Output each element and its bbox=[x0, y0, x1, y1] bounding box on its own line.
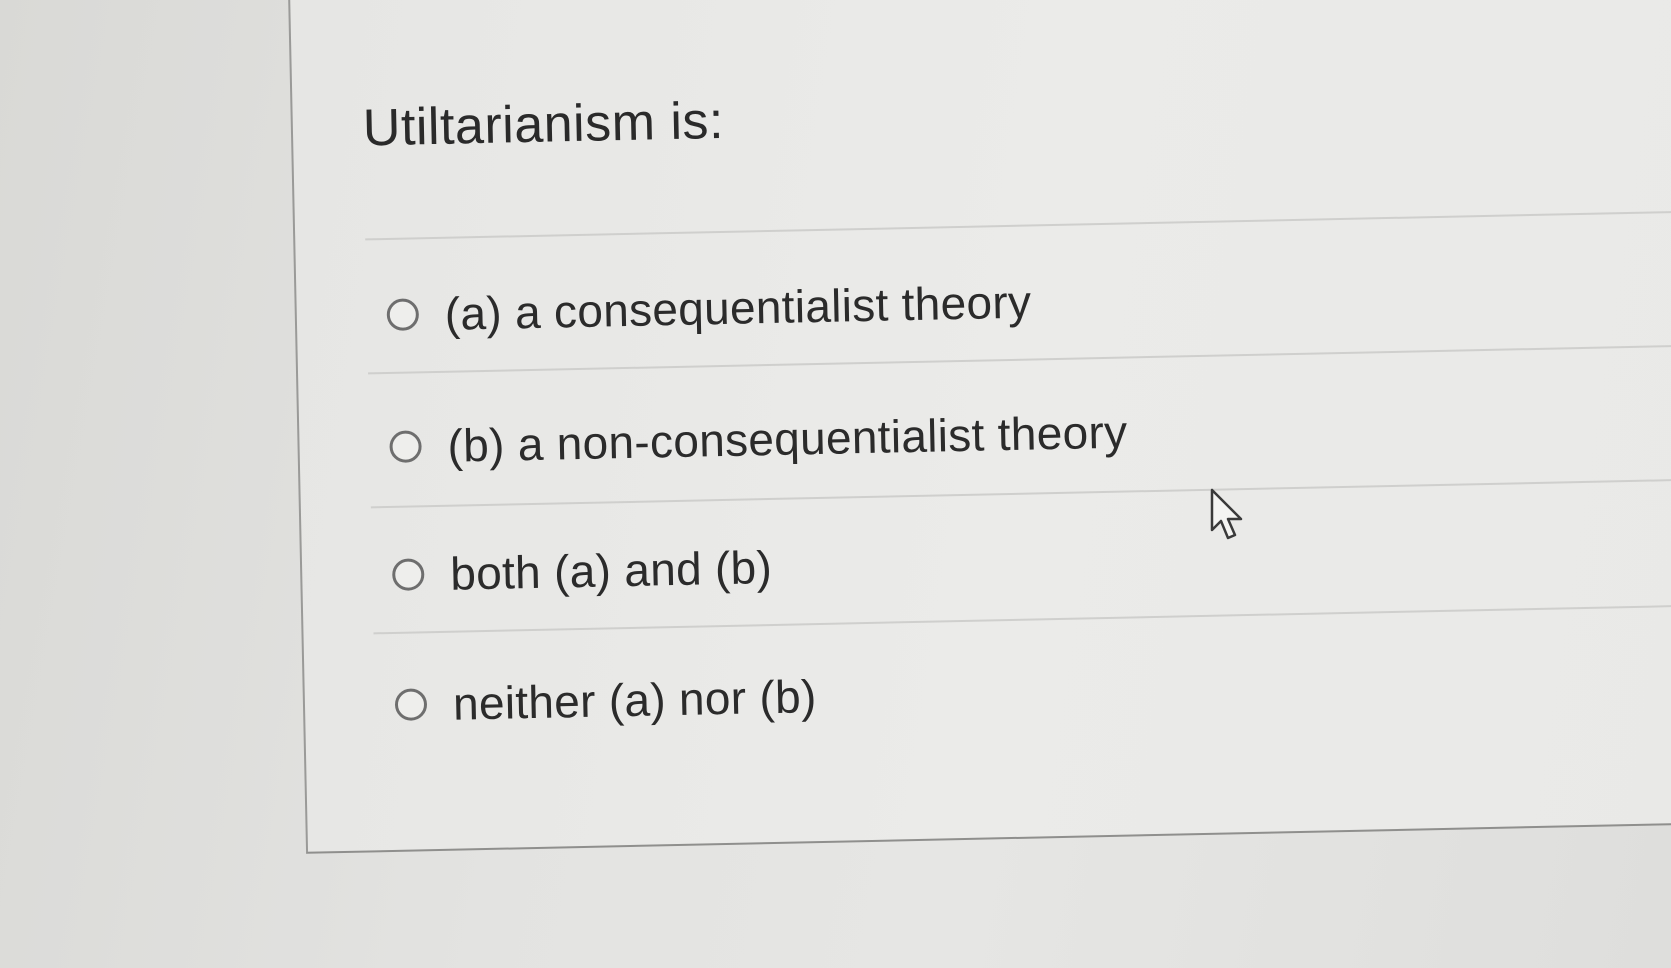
answer-option-b[interactable]: (b) a non-consequentialist theory bbox=[389, 405, 1128, 474]
divider bbox=[373, 604, 1671, 635]
radio-button-empty-icon[interactable] bbox=[389, 430, 422, 463]
radio-button-empty-icon[interactable] bbox=[386, 298, 420, 331]
radio-button-empty-icon[interactable] bbox=[391, 558, 425, 591]
question-text: Utiltarianism is: bbox=[362, 91, 725, 158]
screen: Utiltarianism is: (a) a consequentialist… bbox=[0, 0, 1671, 968]
answer-label: (b) a non-consequentialist theory bbox=[447, 405, 1128, 472]
divider bbox=[370, 478, 1671, 509]
answer-label: neither (a) nor (b) bbox=[452, 670, 818, 730]
divider bbox=[365, 210, 1671, 241]
answer-option-a[interactable]: (a) a consequentialist theory bbox=[386, 275, 1032, 342]
answer-option-neither[interactable]: neither (a) nor (b) bbox=[394, 669, 817, 732]
answer-label: (a) a consequentialist theory bbox=[444, 275, 1032, 340]
question-card: Utiltarianism is: (a) a consequentialist… bbox=[288, 0, 1671, 854]
answer-option-both[interactable]: both (a) and (b) bbox=[391, 540, 773, 602]
answer-label: both (a) and (b) bbox=[449, 540, 773, 600]
divider bbox=[368, 344, 1671, 375]
radio-button-empty-icon[interactable] bbox=[394, 688, 428, 721]
mouse-pointer-icon bbox=[1210, 488, 1243, 540]
